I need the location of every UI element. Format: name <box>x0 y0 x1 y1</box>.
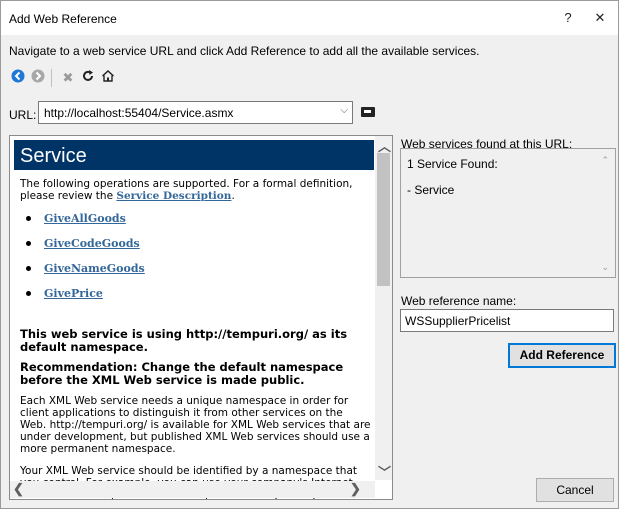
service-content: The following operations are supported. … <box>20 174 370 202</box>
scroll-left-arrow-icon[interactable]: ❮ <box>13 481 24 497</box>
help-button[interactable]: ? <box>553 7 583 29</box>
refresh-icon[interactable] <box>79 69 97 87</box>
forward-circle-icon[interactable] <box>29 69 47 87</box>
web-reference-name-value: WSSupplierPricelist <box>405 314 511 328</box>
chevron-up-icon[interactable]: ⌃ <box>601 155 609 166</box>
dialog-title: Add Web Reference <box>9 12 117 26</box>
vertical-scroll-thumb[interactable] <box>377 153 390 286</box>
url-input[interactable]: http://localhost:55404/Service.asmx ⌵ <box>38 101 353 124</box>
services-found-list[interactable]: 1 Service Found: - Service ⌃ ⌄ <box>400 148 616 278</box>
add-web-reference-dialog: Add Web Reference ? ✕ Navigate to a web … <box>0 0 619 509</box>
cancel-button[interactable]: Cancel <box>536 478 614 502</box>
bullet-icon <box>26 266 31 271</box>
toolbar-separator <box>51 69 52 87</box>
bullet-icon <box>26 216 31 221</box>
url-value: http://localhost:55404/Service.asmx <box>44 106 234 120</box>
recommendation-heading: Recommendation: Change the default names… <box>20 360 344 387</box>
scroll-down-arrow-icon[interactable]: ﹀ <box>378 462 391 481</box>
go-arrow-icon[interactable] <box>361 107 375 117</box>
operation-link[interactable]: GivePrice <box>44 287 103 300</box>
service-header: Service <box>14 140 374 170</box>
service-description-link[interactable]: Service Description <box>116 190 231 202</box>
instruction-text: Navigate to a web service URL and click … <box>9 44 480 58</box>
operation-link[interactable]: GiveCodeGoods <box>44 237 140 250</box>
web-reference-name-label: Web reference name: <box>401 294 517 308</box>
scroll-right-arrow-icon[interactable]: ❯ <box>350 481 361 497</box>
service-title: Service <box>20 145 87 167</box>
home-icon[interactable] <box>99 69 117 87</box>
intro-paragraph: The following operations are supported. … <box>20 178 370 202</box>
operation-link[interactable]: GiveAllGoods <box>44 212 126 225</box>
intro-end: . <box>231 190 235 202</box>
horizontal-scrollbar[interactable]: ❮ ❯ <box>10 481 375 498</box>
back-circle-icon[interactable] <box>9 69 27 87</box>
close-button[interactable]: ✕ <box>585 7 615 29</box>
vertical-scrollbar[interactable]: ︿ ﹀ <box>375 136 392 480</box>
chevron-down-icon[interactable]: ⌄ <box>601 262 609 273</box>
operation-link[interactable]: GiveNameGoods <box>44 262 145 275</box>
bullet-icon <box>26 291 31 296</box>
add-reference-button[interactable]: Add Reference <box>508 343 616 368</box>
service-browser-pane: Service The following operations are sup… <box>9 135 393 500</box>
title-bar: Add Web Reference ? ✕ <box>1 1 618 35</box>
web-reference-name-input[interactable]: WSSupplierPricelist <box>400 309 614 332</box>
namespace-heading: This web service is using http://tempuri… <box>20 327 348 354</box>
url-label: URL: <box>9 108 37 122</box>
namespace-paragraph: Each XML Web service needs a unique name… <box>20 395 371 455</box>
services-found-count: 1 Service Found: <box>407 157 498 171</box>
stop-icon[interactable]: ✖ <box>59 69 77 87</box>
bullet-icon <box>26 241 31 246</box>
services-found-item: - Service <box>407 183 455 197</box>
namespace-section: This web service is using http://tempuri… <box>20 328 372 500</box>
chevron-down-icon[interactable]: ⌵ <box>340 105 348 116</box>
